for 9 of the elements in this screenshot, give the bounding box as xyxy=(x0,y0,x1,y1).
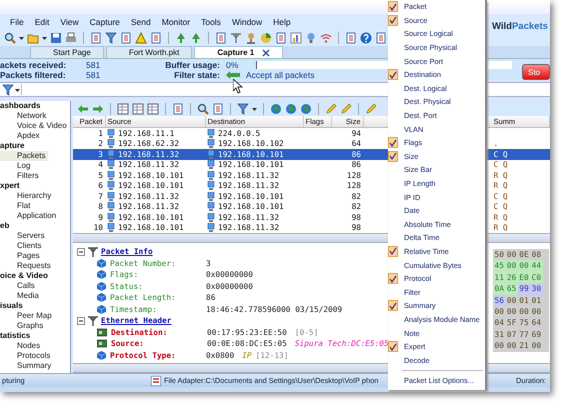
stat-label: Buffer usage: xyxy=(164,60,220,70)
filter-state-value: Accept all packets xyxy=(246,70,315,80)
stat-label: Filter state: xyxy=(173,70,220,80)
stat-label: Packets filtered: xyxy=(0,70,67,80)
logo: WildPackets xyxy=(492,20,549,34)
stat-value: 581 xyxy=(86,60,100,70)
stat-value: 0% xyxy=(226,60,240,70)
stat-value: 581 xyxy=(86,70,100,80)
stat-label: ackets received: xyxy=(0,60,68,70)
